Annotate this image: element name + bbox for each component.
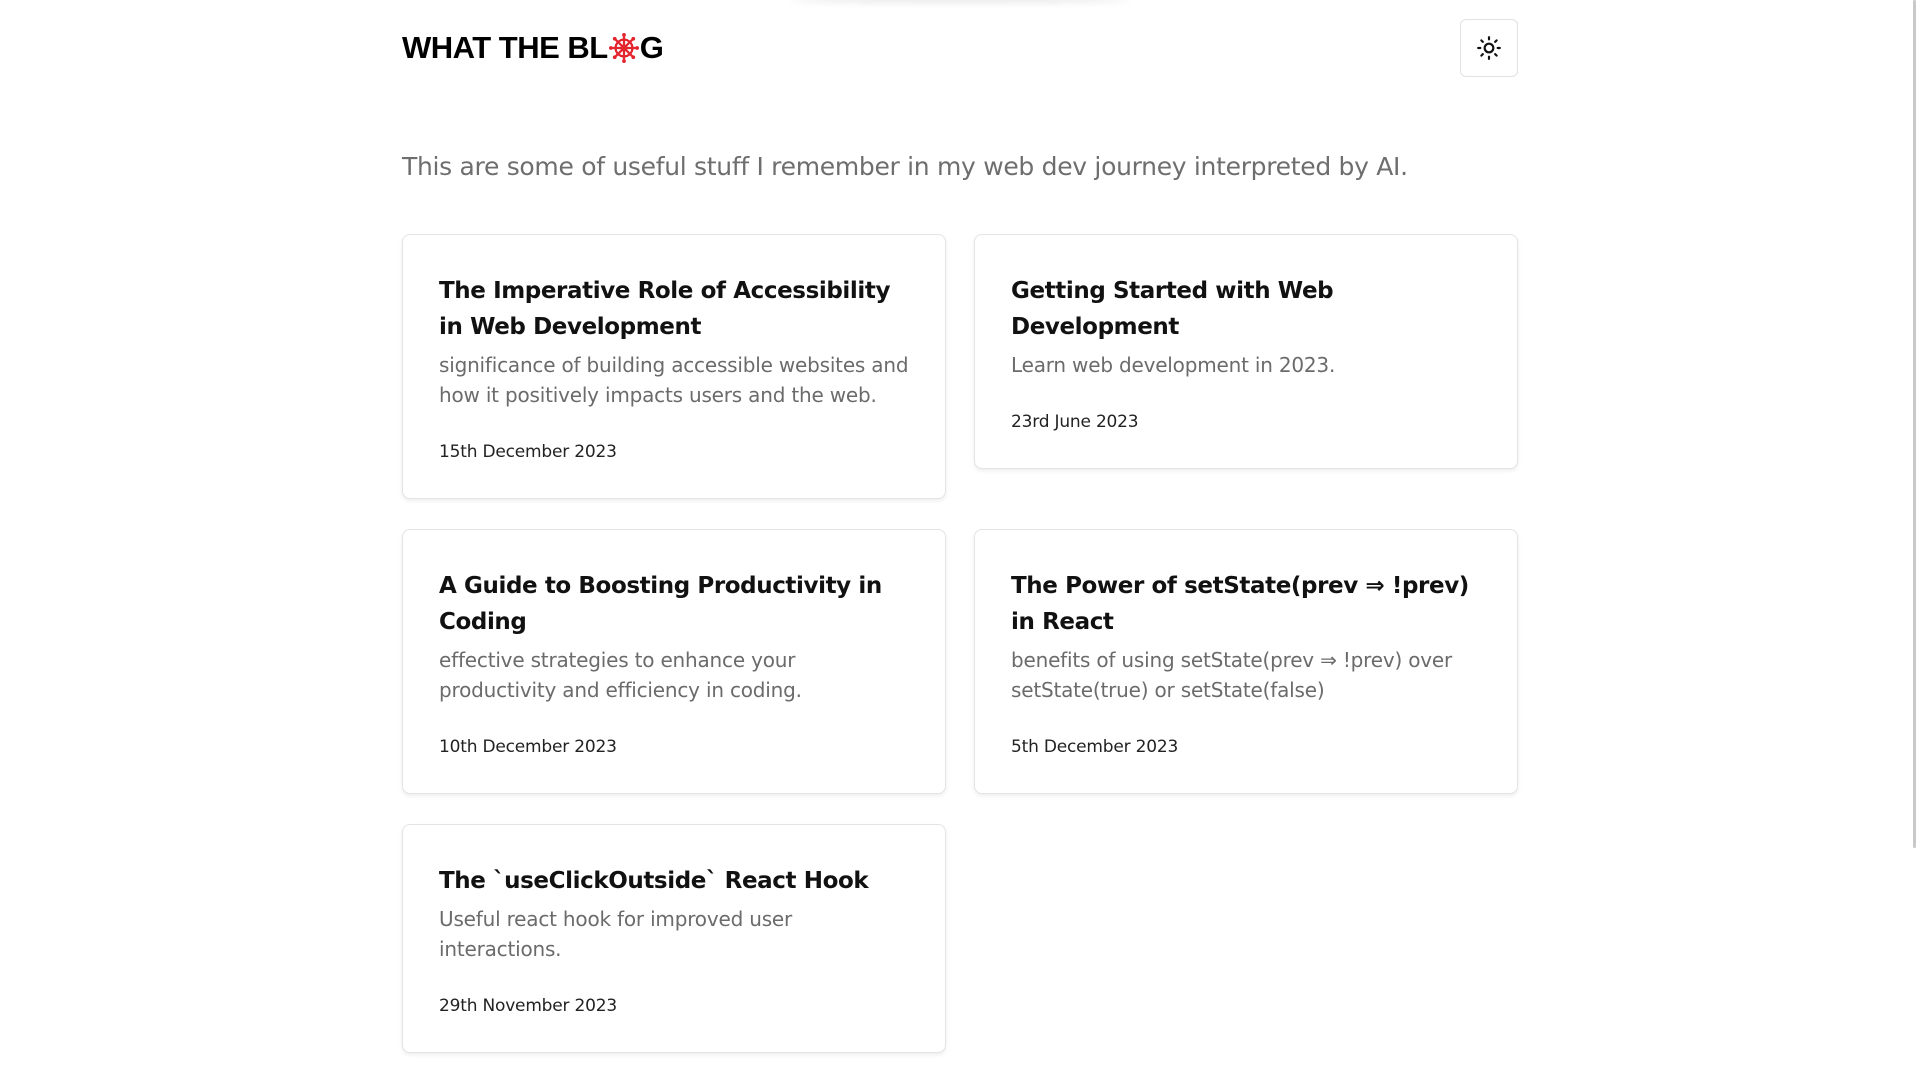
post-date: 29th November 2023 xyxy=(439,996,617,1016)
dharma-wheel-icon xyxy=(608,33,639,63)
theme-toggle-button[interactable] xyxy=(1460,19,1518,77)
post-card[interactable]: The Imperative Role of Accessibility in … xyxy=(402,234,946,499)
post-card[interactable]: The Power of setState(prev ⇒ !prev) in R… xyxy=(974,529,1518,794)
logo-text-prefix: WHAT THE BL xyxy=(402,30,608,65)
post-description: benefits of using setState(prev ⇒ !prev)… xyxy=(1011,648,1453,702)
sun-icon xyxy=(1477,36,1501,60)
post-title: The `useClickOutside` React Hook xyxy=(439,868,869,894)
site-logo[interactable]: WHAT THE BL G xyxy=(402,30,664,66)
post-title: A Guide to Boosting Productivity in Codi… xyxy=(439,573,882,635)
post-description: significance of building accessible webs… xyxy=(439,353,909,407)
post-description: effective strategies to enhance your pro… xyxy=(439,648,802,702)
post-description: Learn web development in 2023. xyxy=(1011,353,1336,377)
intro-text: This are some of useful stuff I remember… xyxy=(402,152,1408,181)
post-date: 5th December 2023 xyxy=(1011,737,1179,757)
post-title: The Power of setState(prev ⇒ !prev) in R… xyxy=(1011,573,1469,635)
post-grid: The Imperative Role of Accessibility in … xyxy=(402,234,1518,1053)
post-card[interactable]: A Guide to Boosting Productivity in Codi… xyxy=(402,529,946,794)
scrollbar[interactable] xyxy=(1906,0,1920,1080)
post-date: 15th December 2023 xyxy=(439,442,617,462)
post-date: 23rd June 2023 xyxy=(1011,412,1139,432)
post-title: The Imperative Role of Accessibility in … xyxy=(439,278,891,340)
post-description: Useful react hook for improved user inte… xyxy=(439,907,793,961)
post-card[interactable]: The `useClickOutside` React Hook Useful … xyxy=(402,824,946,1053)
scrollbar-thumb[interactable] xyxy=(1913,0,1916,848)
page-container: WHAT THE BL G This are some of useful st… xyxy=(402,0,1518,1053)
post-date: 10th December 2023 xyxy=(439,737,617,757)
post-card[interactable]: Getting Started with Web Development Lea… xyxy=(974,234,1518,469)
logo-text-suffix: G xyxy=(639,30,664,65)
post-title: Getting Started with Web Development xyxy=(1011,278,1334,340)
site-header: WHAT THE BL G xyxy=(402,0,1518,96)
